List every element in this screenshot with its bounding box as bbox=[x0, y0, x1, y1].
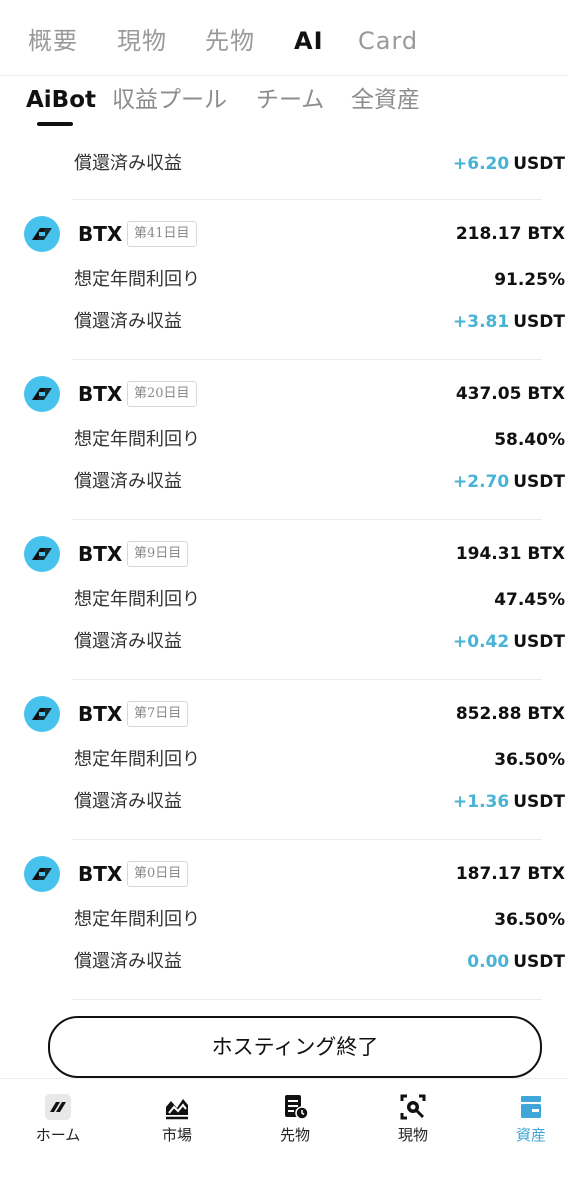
holding-card[interactable]: BTX 第9日目 194.31 BTX 想定年間利回り 47.45% 償還済み収… bbox=[0, 520, 568, 680]
holding-amount: 437.05 BTX bbox=[455, 384, 565, 404]
subtab-aibot[interactable]: AiBot bbox=[26, 83, 96, 117]
nav-spot[interactable]: 現物 bbox=[363, 1093, 463, 1153]
profit-label: 償還済み収益 bbox=[74, 471, 182, 492]
subtab-team[interactable]: チーム bbox=[256, 83, 324, 117]
nav-home-label: ホーム bbox=[35, 1126, 81, 1144]
nav-market[interactable]: 市場 bbox=[127, 1093, 227, 1153]
profit-label: 償還済み収益 bbox=[74, 153, 182, 174]
coin-name: BTX bbox=[78, 382, 123, 406]
yield-value: 36.50% bbox=[494, 750, 565, 770]
coin-name: BTX bbox=[78, 222, 123, 246]
nav-assets[interactable]: 資産 bbox=[481, 1093, 568, 1153]
holding-card[interactable]: BTX 第41日目 218.17 BTX 想定年間利回り 91.25% 償還済み… bbox=[0, 200, 568, 360]
yield-value: 36.50% bbox=[494, 910, 565, 930]
yield-label: 想定年間利回り bbox=[74, 429, 200, 450]
profit-amount: 0.00 bbox=[467, 952, 510, 972]
nav-futures[interactable]: 先物 bbox=[245, 1093, 345, 1153]
yield-value: 47.45% bbox=[494, 590, 565, 610]
coin-name: BTX bbox=[78, 702, 123, 726]
yield-label: 想定年間利回り bbox=[74, 749, 200, 770]
profit-value: +2.70 USDT bbox=[453, 468, 565, 496]
home-logo-icon bbox=[45, 1094, 71, 1120]
btx-coin-icon bbox=[24, 376, 60, 412]
nav-futures-label: 先物 bbox=[279, 1126, 310, 1144]
day-badge: 第20日目 bbox=[127, 381, 197, 407]
futures-icon bbox=[285, 1095, 309, 1120]
profit-value: +1.36 USDT bbox=[453, 788, 565, 816]
tab-card[interactable]: Card bbox=[358, 24, 418, 58]
yield-label: 想定年間利回り bbox=[74, 589, 200, 610]
profit-value: +3.81 USDT bbox=[453, 308, 565, 336]
tab-ai[interactable]: AI bbox=[294, 24, 324, 58]
profit-label: 償還済み収益 bbox=[74, 311, 182, 332]
profit-amount: +1.36 bbox=[453, 792, 510, 812]
profit-value: 0.00 USDT bbox=[467, 948, 565, 976]
nav-assets-label: 資産 bbox=[515, 1126, 546, 1144]
profit-label: 償還済み収益 bbox=[74, 631, 182, 652]
end-hosting-button[interactable]: ホスティング終了 bbox=[48, 1016, 542, 1078]
holding-amount: 194.31 BTX bbox=[455, 544, 565, 564]
top-tab-bar: 概要 現物 先物 AI Card bbox=[0, 0, 568, 76]
btx-coin-icon bbox=[24, 696, 60, 732]
profit-unit: USDT bbox=[513, 792, 565, 812]
day-badge: 第41日目 bbox=[127, 221, 197, 247]
holding-card[interactable]: BTX 第0日目 187.17 BTX 想定年間利回り 36.50% 償還済み収… bbox=[0, 840, 568, 1000]
holding-card[interactable]: BTX 第7日目 852.88 BTX 想定年間利回り 36.50% 償還済み収… bbox=[0, 680, 568, 840]
nav-home[interactable]: ホーム bbox=[8, 1093, 108, 1153]
profit-value: +0.42 USDT bbox=[453, 628, 565, 656]
coin-name: BTX bbox=[78, 542, 123, 566]
market-icon bbox=[166, 1099, 188, 1120]
tab-spot[interactable]: 現物 bbox=[117, 24, 167, 58]
nav-market-label: 市場 bbox=[161, 1126, 192, 1144]
profit-value: +6.20 USDT bbox=[453, 150, 565, 178]
day-badge: 第0日目 bbox=[127, 861, 189, 887]
divider bbox=[72, 999, 542, 1000]
day-badge: 第7日目 bbox=[127, 701, 189, 727]
spot-icon bbox=[400, 1094, 426, 1120]
app-screen: 償還済み収益 +6.20 USDT BTX 第41日目 218.17 BTX 想定… bbox=[0, 0, 568, 1200]
day-badge: 第9日目 bbox=[127, 541, 189, 567]
profit-amount: +0.42 bbox=[453, 632, 510, 652]
tab-overview[interactable]: 概要 bbox=[28, 24, 78, 58]
profit-amount: +2.70 bbox=[453, 472, 510, 492]
profit-unit: USDT bbox=[513, 472, 565, 492]
btx-coin-icon bbox=[24, 216, 60, 252]
profit-unit: USDT bbox=[513, 632, 565, 652]
profit-label: 償還済み収益 bbox=[74, 791, 182, 812]
holding-amount: 852.88 BTX bbox=[455, 704, 565, 724]
yield-value: 91.25% bbox=[494, 270, 565, 290]
holding-card[interactable]: BTX 第20日目 437.05 BTX 想定年間利回り 58.40% 償還済み… bbox=[0, 360, 568, 520]
nav-spot-label: 現物 bbox=[397, 1126, 428, 1144]
sub-tab-bar: AiBot 収益プール チーム 全資産 bbox=[0, 76, 568, 126]
profit-amount: +6.20 bbox=[453, 154, 510, 174]
subtab-revenue-pool[interactable]: 収益プール bbox=[112, 83, 227, 117]
yield-label: 想定年間利回り bbox=[74, 269, 200, 290]
btx-coin-icon bbox=[24, 856, 60, 892]
active-subtab-indicator bbox=[37, 122, 73, 126]
profit-unit: USDT bbox=[513, 952, 565, 972]
yield-label: 想定年間利回り bbox=[74, 909, 200, 930]
yield-value: 58.40% bbox=[494, 430, 565, 450]
tab-futures[interactable]: 先物 bbox=[205, 24, 255, 58]
profit-label: 償還済み収益 bbox=[74, 951, 182, 972]
coin-name: BTX bbox=[78, 862, 123, 886]
assets-icon bbox=[521, 1096, 541, 1118]
profit-amount: +3.81 bbox=[453, 312, 510, 332]
holding-amount: 218.17 BTX bbox=[455, 224, 565, 244]
profit-unit: USDT bbox=[513, 312, 565, 332]
subtab-all-assets[interactable]: 全資産 bbox=[351, 83, 420, 117]
holding-amount: 187.17 BTX bbox=[455, 864, 565, 884]
profit-unit: USDT bbox=[513, 154, 565, 174]
btx-coin-icon bbox=[24, 536, 60, 572]
bottom-nav: ホーム 市場 先物 現物 資産 bbox=[0, 1078, 568, 1200]
